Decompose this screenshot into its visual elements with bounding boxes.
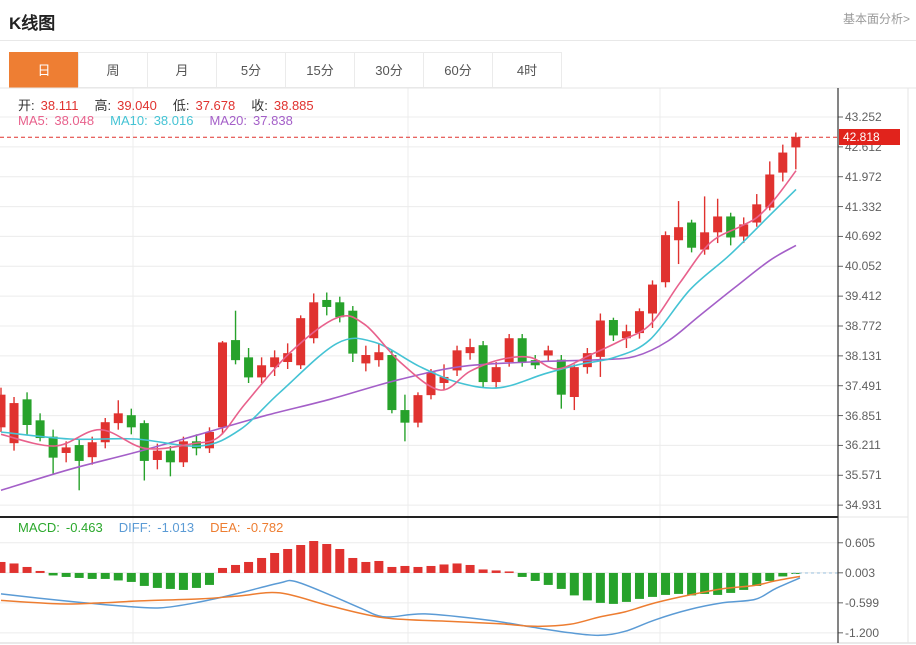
ohlc-info-row: 开: 38.111 高: 39.040 低: 37.678 收: 38.885 (18, 95, 330, 114)
kline-page: K线图 基本面分析> 日周月5分15分30分60分4时 开:38.111高:39… (0, 0, 916, 645)
info-value: 38.016 (154, 113, 194, 128)
info-value: 37.838 (253, 113, 293, 128)
info-value: 38.048 (54, 113, 94, 128)
price-axis-label: 0.605 (845, 536, 875, 550)
info-label: DIFF: (119, 520, 152, 535)
price-axis-label: -1.200 (845, 626, 879, 640)
price-axis-label: 38.772 (845, 319, 882, 333)
price-axis-label: 34.931 (845, 498, 882, 512)
info-label: MA10: (110, 113, 148, 128)
price-axis-label: 36.851 (845, 409, 882, 423)
info-label: MACD: (18, 520, 60, 535)
price-axis-label: -0.599 (845, 596, 879, 610)
price-axis-label: 40.692 (845, 229, 882, 243)
macd-info-row: MACD: -0.463 DIFF: -1.013 DEA: -0.782 (18, 520, 299, 535)
info-value: 39.040 (117, 98, 157, 113)
price-axis-label: 37.491 (845, 379, 882, 393)
price-axis-label: 0.003 (845, 566, 875, 580)
price-axis-label: 39.412 (845, 289, 882, 303)
price-axis-label: 41.972 (845, 170, 882, 184)
price-axis-label: 36.211 (845, 438, 881, 452)
info-label: 开: (18, 98, 35, 113)
info-label: MA5: (18, 113, 48, 128)
price-axis-label: 35.571 (845, 468, 882, 482)
info-value: -1.013 (157, 520, 194, 535)
info-value: 38.111 (41, 98, 79, 113)
current-price-tag: 42.818 (839, 129, 900, 145)
info-label: 收: (251, 98, 268, 113)
price-axis-label: 41.332 (845, 200, 882, 214)
price-axis-label: 43.252 (845, 110, 882, 124)
info-value: 37.678 (195, 98, 235, 113)
ma-info-row: MA5: 38.048 MA10: 38.016 MA20: 37.838 (18, 113, 309, 128)
info-label: 低: (173, 98, 190, 113)
info-value: 38.885 (274, 98, 314, 113)
info-value: -0.782 (246, 520, 283, 535)
price-axis-label: 40.052 (845, 259, 882, 273)
info-label: DEA: (210, 520, 240, 535)
info-label: 高: (94, 98, 111, 113)
info-value: -0.463 (66, 520, 103, 535)
price-axis-label: 38.131 (845, 349, 882, 363)
info-label: MA20: (209, 113, 247, 128)
